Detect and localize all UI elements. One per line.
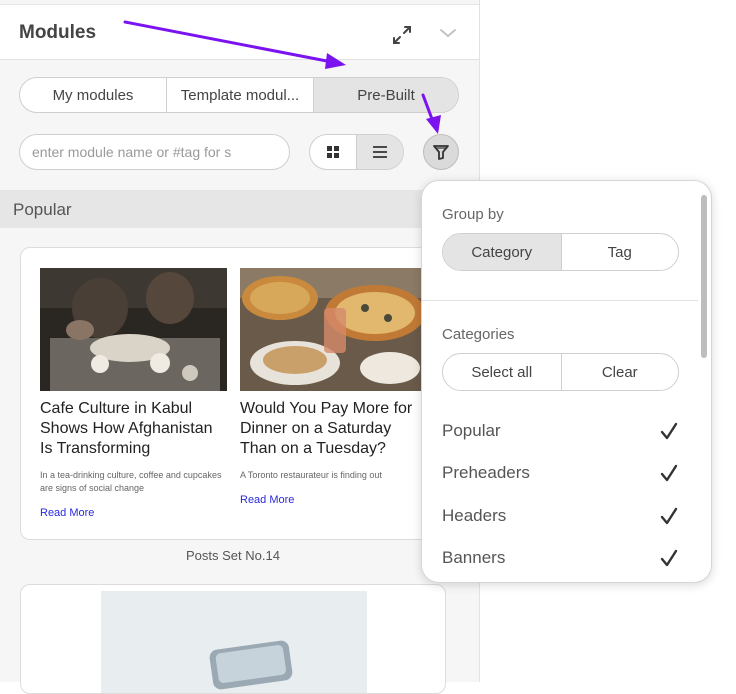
category-label: Preheaders xyxy=(442,463,530,482)
list-view-button[interactable] xyxy=(356,135,403,169)
tab-template-modules[interactable]: Template modul... xyxy=(167,78,314,112)
grid-view-button[interactable] xyxy=(310,135,356,169)
section-title: Popular xyxy=(13,200,72,219)
read-more-link[interactable]: Read More xyxy=(40,507,94,519)
group-by-label: Group by xyxy=(442,206,504,223)
category-label: Banners xyxy=(442,548,506,567)
module-search-input[interactable] xyxy=(19,134,290,170)
post-item: Would You Pay More for Dinner on a Satur… xyxy=(240,268,427,508)
panel-title: Modules xyxy=(19,22,97,43)
chevron-down-icon[interactable] xyxy=(438,23,458,43)
filter-funnel-icon xyxy=(433,145,449,160)
group-by-tag-button[interactable]: Tag xyxy=(560,234,679,270)
post-image-cafe xyxy=(40,268,227,391)
checkmark-icon xyxy=(660,464,678,482)
post-excerpt: A Toronto restaurateur is finding out xyxy=(240,470,382,480)
category-item-preheaders[interactable]: Preheaders xyxy=(442,458,679,488)
section-header: Popular xyxy=(0,190,479,228)
group-by-toggle: Category Tag xyxy=(442,233,679,271)
category-item-popular[interactable]: Popular xyxy=(442,416,679,446)
category-item-headers[interactable]: Headers xyxy=(442,501,679,531)
post-excerpt: In a tea-drinking culture, coffee and cu… xyxy=(40,470,222,493)
module-card[interactable] xyxy=(20,584,446,694)
module-source-tabs: My modules Template modul... Pre-Built xyxy=(19,77,459,113)
tab-pre-built[interactable]: Pre-Built xyxy=(314,78,458,112)
modules-panel: Modules My modules Template modul... Pre… xyxy=(0,0,480,694)
cafe-photo xyxy=(40,268,227,391)
categories-label: Categories xyxy=(442,326,515,343)
list-icon xyxy=(373,146,387,158)
category-label: Popular xyxy=(442,421,501,440)
post-title: Would You Pay More for Dinner on a Satur… xyxy=(240,400,413,457)
post-title: Cafe Culture in Kabul Shows How Afghanis… xyxy=(40,400,213,457)
module-preview-image xyxy=(101,591,367,693)
module-card-caption: Posts Set No.14 xyxy=(186,548,280,563)
read-more-link[interactable]: Read More xyxy=(240,494,294,506)
category-item-banners[interactable]: Banners xyxy=(442,543,679,573)
checkmark-icon xyxy=(660,422,678,440)
pizza-photo xyxy=(240,268,427,391)
tab-my-modules[interactable]: My modules xyxy=(20,78,167,112)
checkmark-icon xyxy=(660,507,678,525)
popover-divider xyxy=(422,300,698,301)
filter-popover: Group by Category Tag Categories Select … xyxy=(421,180,712,583)
filter-button[interactable] xyxy=(423,134,459,170)
popover-scrollbar-thumb[interactable] xyxy=(701,195,707,358)
group-by-category-button[interactable]: Category xyxy=(443,234,561,270)
category-selection-actions: Select all Clear xyxy=(442,353,679,391)
post-item: Cafe Culture in Kabul Shows How Afghanis… xyxy=(40,268,227,521)
clear-button[interactable]: Clear xyxy=(560,354,679,390)
select-all-button[interactable]: Select all xyxy=(443,354,561,390)
module-card-posts-set[interactable]: Cafe Culture in Kabul Shows How Afghanis… xyxy=(20,247,446,540)
post-image-dinner xyxy=(240,268,427,391)
panel-header: Modules xyxy=(0,4,479,60)
grid-icon xyxy=(327,146,339,158)
view-mode-toggle xyxy=(309,134,404,170)
category-label: Headers xyxy=(442,506,507,525)
checkmark-icon xyxy=(660,549,678,567)
expand-icon[interactable] xyxy=(391,24,413,46)
